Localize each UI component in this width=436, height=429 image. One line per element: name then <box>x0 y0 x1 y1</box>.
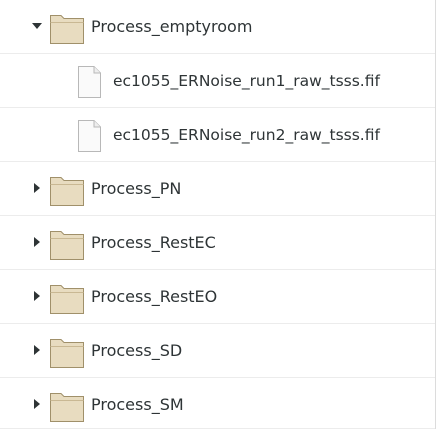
file-tree: Process_emptyroom ec1055_ERNoise_run1_ra… <box>0 0 436 429</box>
file-label: ec1055_ERNoise_run1_raw_tsss.fif <box>113 72 380 90</box>
tree-row-file-run2[interactable]: ec1055_ERNoise_run2_raw_tsss.fif <box>0 108 435 162</box>
folder-label: Process_SM <box>91 395 184 414</box>
triangle-right-icon[interactable] <box>29 180 45 196</box>
tree-row-process-sm[interactable]: Process_SM <box>0 378 435 429</box>
folder-icon <box>50 285 84 314</box>
tree-row-process-emptyroom[interactable]: Process_emptyroom <box>0 0 435 54</box>
folder-icon <box>50 177 84 206</box>
folder-label: Process_emptyroom <box>91 17 253 36</box>
tree-row-process-sd[interactable]: Process_SD <box>0 324 435 378</box>
triangle-right-icon[interactable] <box>29 288 45 304</box>
folder-label: Process_RestEO <box>91 287 218 306</box>
triangle-right-icon[interactable] <box>29 234 45 250</box>
tree-row-process-restec[interactable]: Process_RestEC <box>0 216 435 270</box>
tree-row-file-run1[interactable]: ec1055_ERNoise_run1_raw_tsss.fif <box>0 54 435 108</box>
folder-label: Process_RestEC <box>91 233 216 252</box>
file-label: ec1055_ERNoise_run2_raw_tsss.fif <box>113 126 380 144</box>
tree-row-process-pn[interactable]: Process_PN <box>0 162 435 216</box>
file-icon <box>78 120 101 152</box>
folder-icon <box>50 15 84 44</box>
folder-icon <box>50 231 84 260</box>
triangle-right-icon[interactable] <box>29 342 45 358</box>
triangle-right-icon[interactable] <box>29 396 45 412</box>
folder-icon <box>50 393 84 422</box>
folder-label: Process_SD <box>91 341 183 360</box>
triangle-down-icon[interactable] <box>29 18 45 34</box>
file-icon <box>78 66 101 98</box>
folder-icon <box>50 339 84 368</box>
tree-row-process-resteo[interactable]: Process_RestEO <box>0 270 435 324</box>
folder-label: Process_PN <box>91 179 182 198</box>
